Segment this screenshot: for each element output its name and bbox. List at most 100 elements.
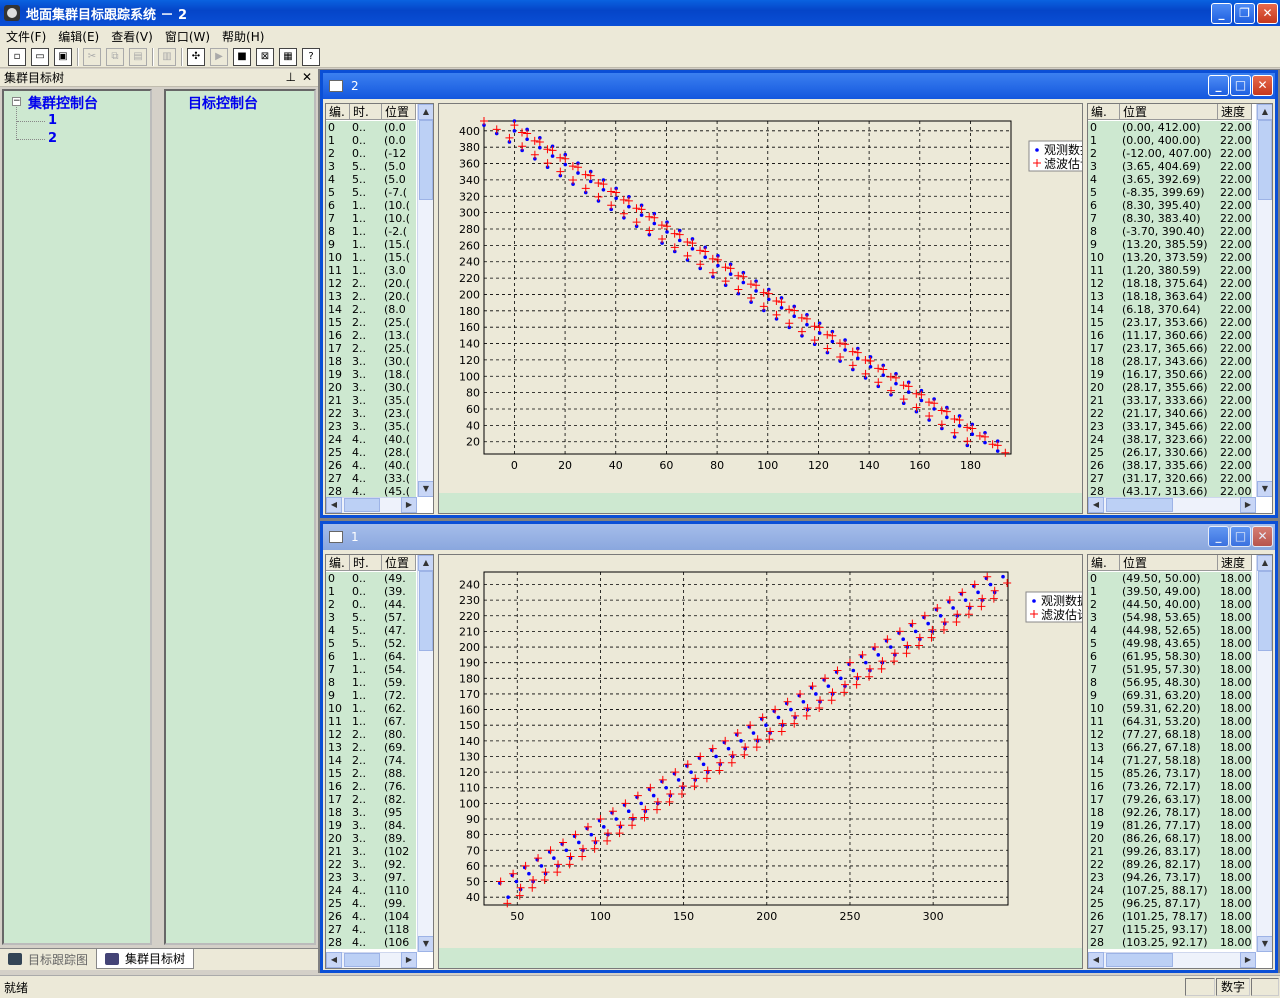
table-row[interactable]: 14 2.. (8.0: [326, 303, 416, 316]
mdi-window-title-bar[interactable]: 1 _ □ ✕: [323, 524, 1275, 550]
tree-root-console[interactable]: 集群控制台: [28, 93, 98, 113]
table-row[interactable]: 12 2.. (20.(: [326, 277, 416, 290]
table-row[interactable]: 23 (94.26, 73.17) 18.00: [1088, 871, 1252, 884]
table-row[interactable]: 6 1.. (64.: [326, 650, 416, 663]
table-row[interactable]: 19 (81.26, 77.17) 18.00: [1088, 819, 1252, 832]
scroll-left-icon[interactable]: ◀: [326, 952, 342, 968]
table-row[interactable]: 19 (16.17, 350.66) 22.00: [1088, 368, 1252, 381]
table-row[interactable]: 5 5.. (-7.(: [326, 186, 416, 199]
scroll-up-icon[interactable]: ▲: [1257, 555, 1272, 571]
table-row[interactable]: 23 3.. (35.(: [326, 420, 416, 433]
table-row[interactable]: 4 (44.98, 52.65) 18.00: [1088, 624, 1252, 637]
table-row[interactable]: 17 2.. (82.: [326, 793, 416, 806]
table-row[interactable]: 20 3.. (89.: [326, 832, 416, 845]
table-row[interactable]: 13 (66.27, 67.18) 18.00: [1088, 741, 1252, 754]
close-button[interactable]: ✕: [1257, 3, 1278, 24]
new-file-icon[interactable]: ▫: [8, 47, 26, 66]
scroll-left-icon[interactable]: ◀: [1088, 952, 1104, 968]
minimize-button[interactable]: _: [1211, 3, 1232, 24]
table-row[interactable]: 8 (56.95, 48.30) 18.00: [1088, 676, 1252, 689]
table-horizontal-scrollbar[interactable]: ◀ ▶: [326, 952, 417, 968]
table-row[interactable]: 25 (26.17, 330.66) 22.00: [1088, 446, 1252, 459]
table-row[interactable]: 6 (61.95, 58.30) 18.00: [1088, 650, 1252, 663]
scroll-thumb[interactable]: [344, 498, 381, 512]
table-row[interactable]: 25 4.. (28.(: [326, 446, 416, 459]
scroll-right-icon[interactable]: ▶: [1240, 497, 1256, 513]
table-row[interactable]: 21 (99.26, 83.17) 18.00: [1088, 845, 1252, 858]
column-header[interactable]: 速度: [1218, 104, 1252, 120]
table-row[interactable]: 20 (86.26, 68.17) 18.00: [1088, 832, 1252, 845]
table-row[interactable]: 6 (8.30, 395.40) 22.00: [1088, 199, 1252, 212]
column-header[interactable]: 时.: [350, 555, 382, 571]
table-row[interactable]: 2 (44.50, 40.00) 18.00: [1088, 598, 1252, 611]
table-row[interactable]: 0 (0.00, 412.00) 22.00: [1088, 121, 1252, 134]
menu-edit[interactable]: 编辑(E): [58, 28, 99, 45]
mdi-window-1[interactable]: 1 _ □ ✕ 编. 时. 位置 0 0.. (49. 1 0.. (39. 2 0.. (44. 3 5.. (5…: [320, 521, 1278, 973]
scroll-down-icon[interactable]: ▼: [418, 481, 433, 497]
table-row[interactable]: 22 3.. (92.: [326, 858, 416, 871]
table-row[interactable]: 7 1.. (10.(: [326, 212, 416, 225]
table-row[interactable]: 17 2.. (25.(: [326, 342, 416, 355]
scroll-thumb[interactable]: [1258, 120, 1272, 200]
tree-item-1[interactable]: 1: [48, 113, 57, 128]
table-row[interactable]: 10 (59.31, 62.20) 18.00: [1088, 702, 1252, 715]
column-header[interactable]: 位置: [382, 104, 416, 120]
table-row[interactable]: 23 (33.17, 345.66) 22.00: [1088, 420, 1252, 433]
scroll-up-icon[interactable]: ▲: [418, 555, 433, 571]
table-row[interactable]: 21 3.. (35.(: [326, 394, 416, 407]
tab-cluster-tree[interactable]: 集群目标树: [96, 949, 195, 969]
table-row[interactable]: 11 1.. (3.0: [326, 264, 416, 277]
table-row[interactable]: 12 (77.27, 68.18) 18.00: [1088, 728, 1252, 741]
table-row[interactable]: 15 2.. (25.(: [326, 316, 416, 329]
copy-icon[interactable]: ⧉: [106, 47, 124, 66]
table-row[interactable]: 19 3.. (84.: [326, 819, 416, 832]
table-row[interactable]: 14 (71.27, 58.18) 18.00: [1088, 754, 1252, 767]
table-row[interactable]: 27 4.. (33.(: [326, 472, 416, 485]
scroll-down-icon[interactable]: ▼: [1257, 481, 1272, 497]
table-row[interactable]: 27 (115.25, 93.17) 18.00: [1088, 923, 1252, 936]
table-row[interactable]: 19 3.. (18.(: [326, 368, 416, 381]
table-row[interactable]: 14 (6.18, 370.64) 22.00: [1088, 303, 1252, 316]
table-row[interactable]: 11 (1.20, 380.59) 22.00: [1088, 264, 1252, 277]
open-file-icon[interactable]: ▭: [31, 47, 49, 66]
table-row[interactable]: 4 5.. (47.: [326, 624, 416, 637]
window-minimize-button[interactable]: _: [1208, 75, 1229, 96]
table-row[interactable]: 3 5.. (5.0: [326, 160, 416, 173]
scroll-thumb[interactable]: [1106, 498, 1174, 512]
column-header[interactable]: 位置: [382, 555, 416, 571]
table-row[interactable]: 5 (-8.35, 399.69) 22.00: [1088, 186, 1252, 199]
column-header[interactable]: 编.: [326, 555, 350, 571]
table-row[interactable]: 24 (107.25, 88.17) 18.00: [1088, 884, 1252, 897]
table-vertical-scrollbar[interactable]: ▲ ▼: [1256, 104, 1272, 497]
table-row[interactable]: 26 4.. (104: [326, 910, 416, 923]
table-row[interactable]: 10 1.. (15.(: [326, 251, 416, 264]
mdi-window-2[interactable]: 2 _ □ ✕ 编. 时. 位置 0 0.. (0.0 1 0.. (0.0 2 0.. (-12 3 5.. (5…: [320, 70, 1278, 518]
play-icon[interactable]: ▶: [210, 47, 228, 66]
scroll-up-icon[interactable]: ▲: [418, 104, 433, 120]
column-header[interactable]: 位置: [1120, 555, 1218, 571]
table-row[interactable]: 22 (89.26, 82.17) 18.00: [1088, 858, 1252, 871]
help-icon[interactable]: ?: [302, 47, 320, 66]
table-row[interactable]: 10 (13.20, 373.59) 22.00: [1088, 251, 1252, 264]
scroll-left-icon[interactable]: ◀: [326, 497, 342, 513]
scroll-up-icon[interactable]: ▲: [1257, 104, 1272, 120]
targets-table[interactable]: 编. 位置 速度 0 (0.00, 412.00) 22.00 1 (0.00, 400.00…: [1087, 103, 1273, 514]
table-row[interactable]: 15 2.. (88.: [326, 767, 416, 780]
table-row[interactable]: 8 1.. (-2.(: [326, 225, 416, 238]
table-row[interactable]: 26 4.. (40.(: [326, 459, 416, 472]
table-row[interactable]: 0 (49.50, 50.00) 18.00: [1088, 572, 1252, 585]
close-window-icon[interactable]: ⊠: [256, 47, 274, 66]
table-row[interactable]: 5 5.. (52.: [326, 637, 416, 650]
table-row[interactable]: 13 2.. (69.: [326, 741, 416, 754]
table-row[interactable]: 12 2.. (80.: [326, 728, 416, 741]
table-row[interactable]: 17 (79.26, 63.17) 18.00: [1088, 793, 1252, 806]
table-row[interactable]: 7 (8.30, 383.40) 22.00: [1088, 212, 1252, 225]
restore-button[interactable]: ❐: [1234, 3, 1255, 24]
scroll-right-icon[interactable]: ▶: [401, 952, 417, 968]
scroll-down-icon[interactable]: ▼: [1257, 936, 1272, 952]
table-row[interactable]: 3 (54.98, 53.65) 18.00: [1088, 611, 1252, 624]
table-row[interactable]: 11 (64.31, 53.20) 18.00: [1088, 715, 1252, 728]
table-row[interactable]: 7 (51.95, 57.30) 18.00: [1088, 663, 1252, 676]
table-row[interactable]: 18 (28.17, 343.66) 22.00: [1088, 355, 1252, 368]
table-row[interactable]: 1 0.. (39.: [326, 585, 416, 598]
